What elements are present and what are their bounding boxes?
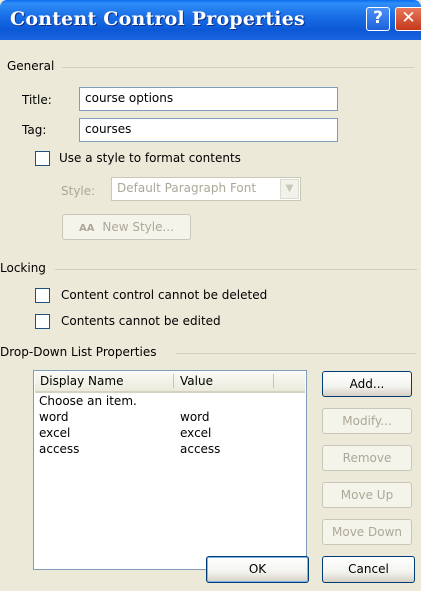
title-input[interactable]: course options — [79, 87, 338, 111]
cannot-edit-label: Contents cannot be edited — [61, 314, 221, 328]
dropdown-divider — [176, 353, 416, 354]
use-style-label: Use a style to format contents — [59, 151, 241, 165]
cancel-button[interactable]: Cancel — [322, 556, 415, 583]
dropdown-heading: Drop-Down List Properties — [0, 345, 157, 359]
new-style-label: New Style... — [102, 220, 174, 234]
list-item[interactable]: word word — [39, 410, 301, 424]
column-header-display-name[interactable]: Display Name — [40, 374, 123, 388]
list-header: Display Name Value — [35, 372, 305, 393]
ok-button[interactable]: OK — [206, 556, 309, 583]
chevron-down-icon: ▼ — [280, 179, 299, 199]
style-select: Default Paragraph Font ▼ — [111, 177, 301, 201]
remove-button: Remove — [322, 445, 412, 471]
modify-button: Modify... — [322, 408, 412, 434]
dialog-title: Content Control Properties — [10, 8, 305, 30]
move-down-button: Move Down — [322, 519, 412, 545]
help-button[interactable]: ? — [366, 7, 390, 31]
add-button[interactable]: Add... — [322, 371, 412, 397]
move-up-button: Move Up — [322, 482, 412, 508]
general-divider — [62, 67, 414, 68]
column-divider[interactable] — [273, 374, 274, 388]
style-select-value: Default Paragraph Font — [117, 181, 257, 195]
list-item-name: word — [39, 410, 69, 424]
list-item-name: access — [39, 442, 80, 456]
cannot-delete-label: Content control cannot be deleted — [61, 288, 268, 302]
list-item[interactable]: Choose an item. — [39, 394, 137, 408]
column-divider[interactable] — [173, 374, 174, 388]
list-item[interactable]: access access — [39, 442, 301, 456]
cannot-edit-checkbox[interactable] — [35, 314, 50, 329]
list-item-value: excel — [180, 426, 212, 440]
list-item-value: word — [180, 410, 210, 424]
tag-label: Tag: — [22, 123, 47, 137]
list-item-name: Choose an item. — [39, 394, 137, 408]
title-bar[interactable]: Content Control Properties ? ✕ — [0, 0, 421, 40]
dropdown-list[interactable]: Display Name Value Choose an item. word … — [33, 370, 307, 570]
title-label: Title: — [22, 93, 52, 107]
list-item[interactable]: excel excel — [39, 426, 301, 440]
general-heading: General — [7, 59, 55, 73]
use-style-checkbox[interactable] — [35, 151, 50, 166]
close-button[interactable]: ✕ — [395, 7, 421, 31]
cannot-delete-checkbox[interactable] — [35, 288, 50, 303]
dialog-body: General Title: course options Tag: cours… — [0, 40, 421, 591]
tag-input[interactable]: courses — [79, 118, 338, 142]
list-item-value: access — [180, 442, 221, 456]
style-label: Style: — [61, 184, 96, 198]
locking-divider — [55, 269, 417, 270]
new-style-icon: AA — [79, 223, 95, 234]
list-item-name: excel — [39, 426, 71, 440]
column-header-value[interactable]: Value — [180, 374, 213, 388]
new-style-button: AA New Style... — [62, 214, 191, 240]
locking-heading: Locking — [0, 261, 46, 275]
